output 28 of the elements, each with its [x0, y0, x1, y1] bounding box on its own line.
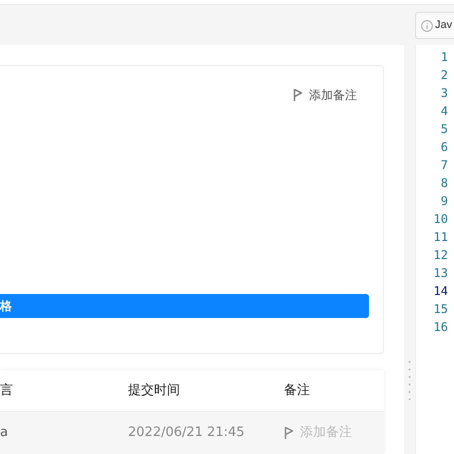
column-header: 提交时间 [128, 382, 181, 400]
table-cell-text: 2022/06/21 21:45 [128, 424, 246, 442]
line-number: 13 [434, 265, 448, 282]
line-number: 2 [440, 67, 448, 84]
column-header: 备注 [284, 382, 311, 400]
primary-bar-button[interactable]: 格 [0, 294, 369, 318]
line-number: 16 [434, 319, 448, 336]
flag-icon [293, 88, 303, 102]
line-number: 6 [440, 139, 448, 156]
resize-handle-icon[interactable] [408, 360, 411, 400]
line-number: 15 [434, 301, 448, 318]
line-number: 11 [434, 229, 448, 246]
language-tab[interactable]: Jav [415, 12, 454, 39]
info-icon [421, 20, 433, 32]
line-number: 5 [440, 121, 448, 138]
line-number: 1 [440, 49, 448, 66]
line-number: 14 [434, 283, 448, 300]
column-header: 言 [0, 382, 14, 400]
line-number: 7 [440, 157, 448, 174]
line-number: 3 [440, 85, 448, 102]
line-number: 10 [434, 211, 448, 228]
line-number: 12 [434, 247, 448, 264]
line-number: 8 [440, 175, 448, 192]
add-note-button[interactable]: 添加备注 [293, 86, 357, 104]
line-number: 9 [440, 193, 448, 210]
table-cell-text: a [0, 424, 9, 442]
flag-icon [284, 426, 294, 440]
line-number: 4 [440, 103, 448, 120]
